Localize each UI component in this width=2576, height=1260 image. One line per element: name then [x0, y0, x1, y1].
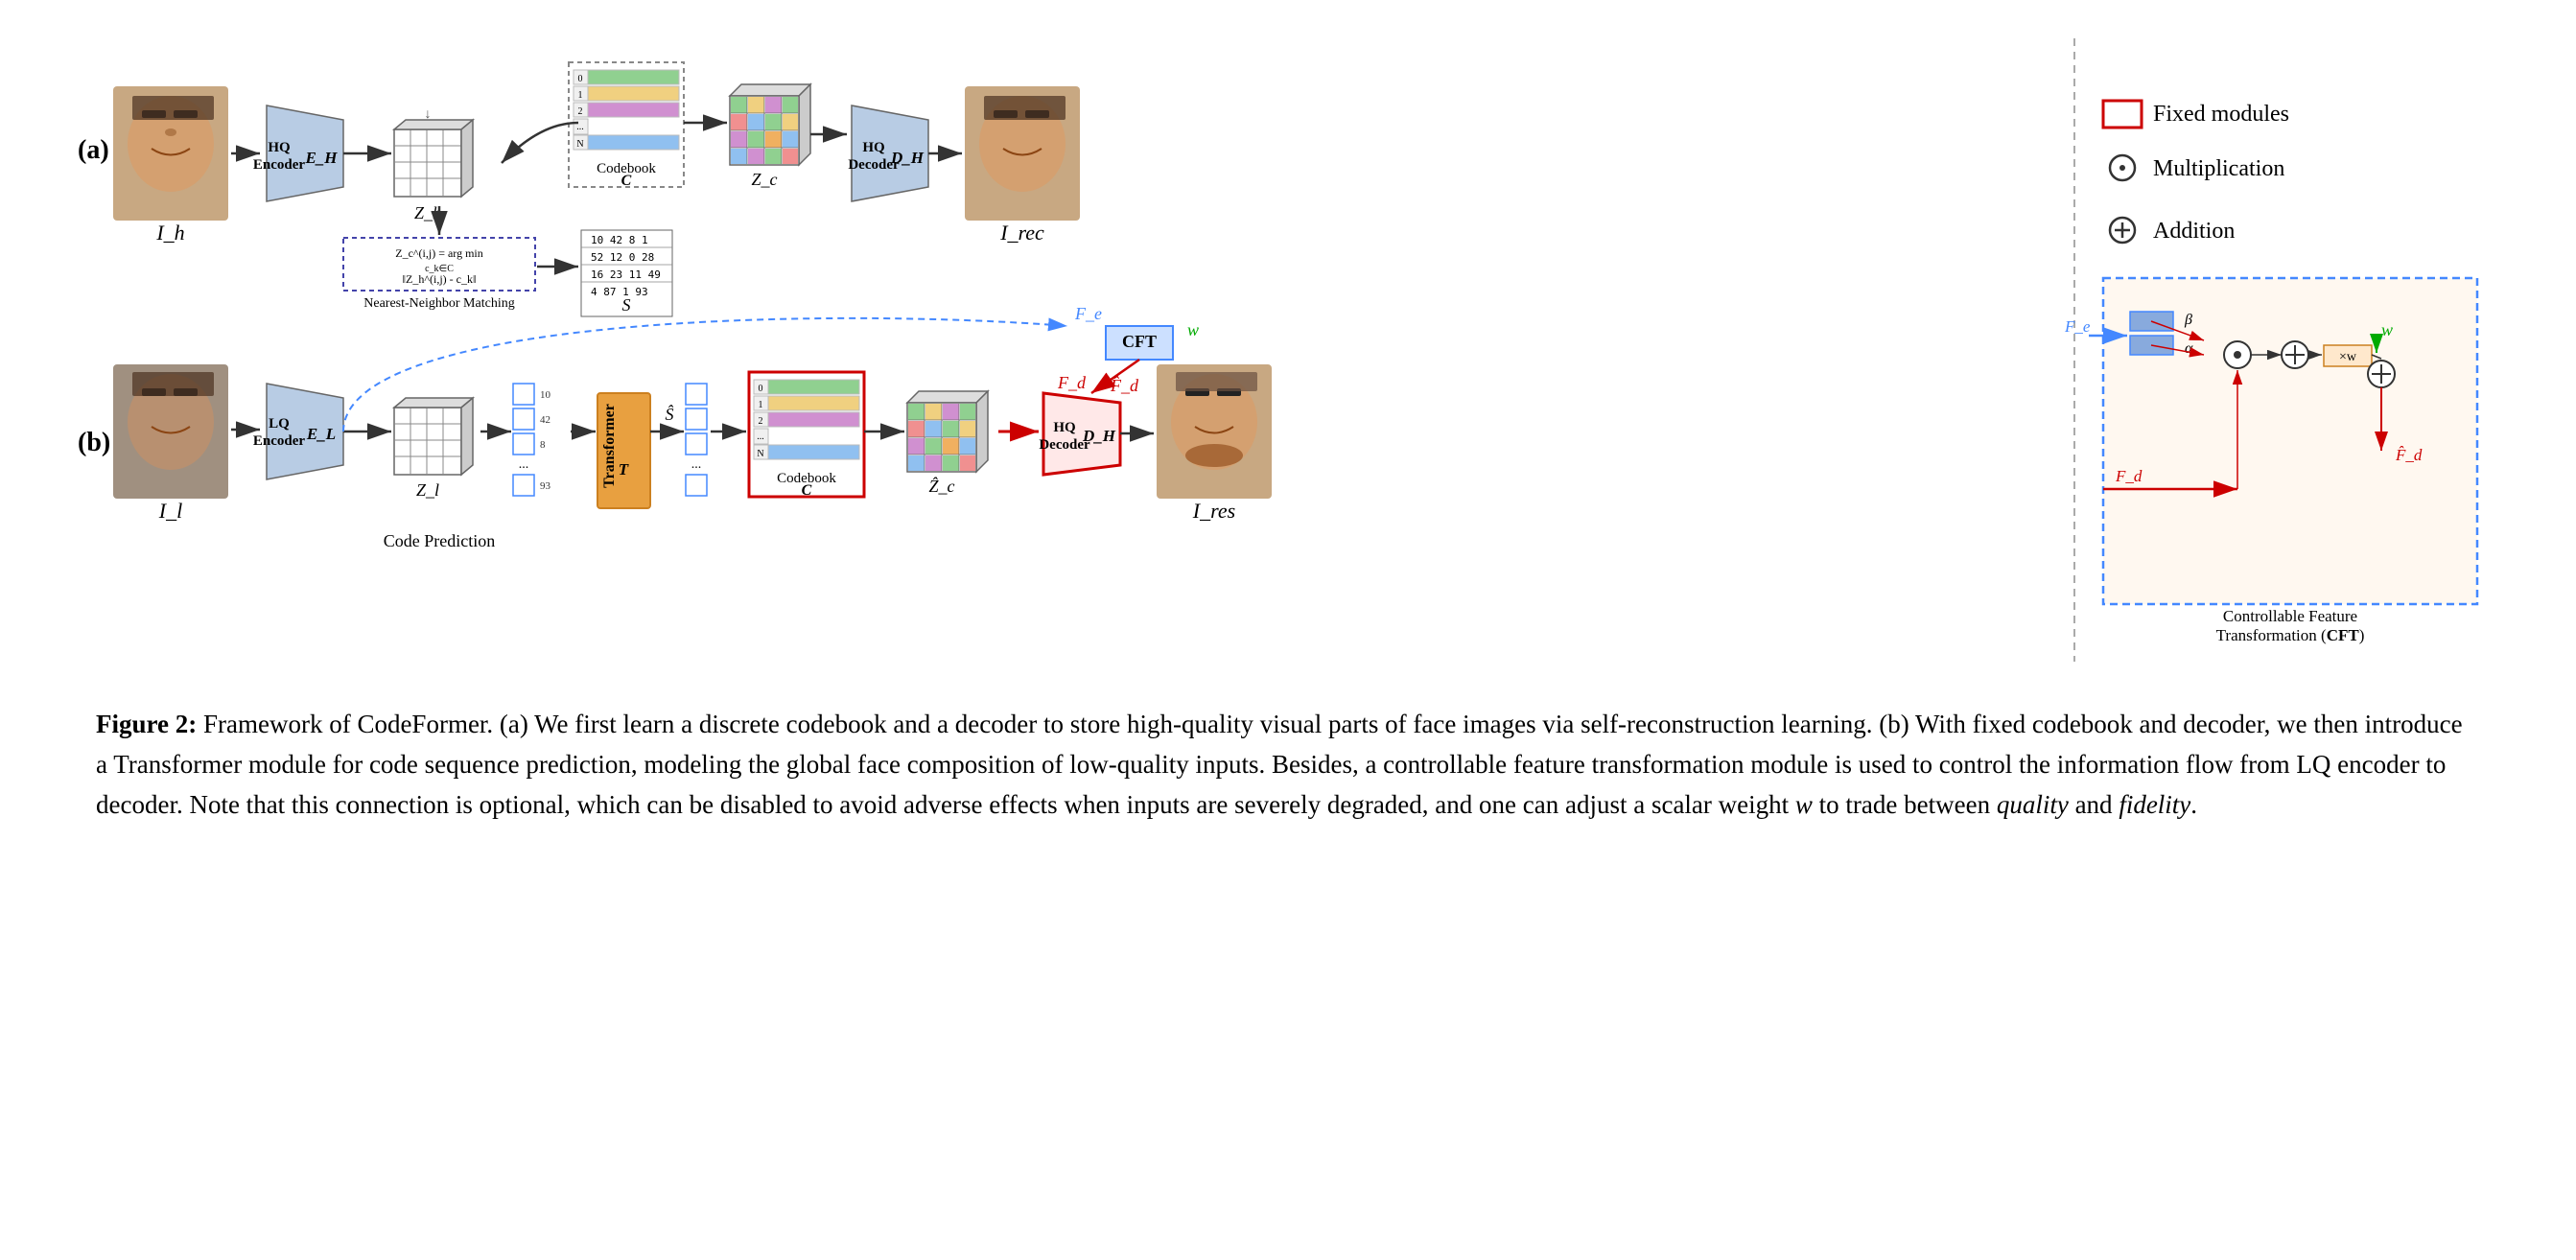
code-pred-label: Code Prediction — [384, 531, 495, 550]
hq-decoder-var: D_H — [890, 149, 925, 167]
row-b-label: (b) — [78, 428, 110, 457]
svg-text:F_d: F_d — [1057, 373, 1087, 392]
svg-text:Encoder: Encoder — [253, 157, 306, 173]
svg-text:F̂_d: F̂_d — [2395, 446, 2423, 464]
caption-area: Figure 2: Framework of CodeFormer. (a) W… — [58, 705, 2518, 826]
row-a-label: (a) — [78, 135, 109, 165]
zc-label: Z_c — [752, 170, 778, 189]
caption-text-2: to trade between — [1813, 790, 1997, 819]
svg-text:‖Z_h^(i,j) - c_k‖: ‖Z_h^(i,j) - c_k‖ — [403, 272, 477, 286]
svg-text:β: β — [2184, 312, 2192, 328]
svg-text:2: 2 — [578, 106, 583, 117]
ih-label: I_h — [155, 221, 184, 245]
svg-text:α: α — [2185, 340, 2193, 357]
caption-w-italic: w — [1795, 790, 1813, 819]
svg-text:42: 42 — [540, 414, 550, 426]
zc-hat-label: Ẑ_c — [929, 476, 955, 496]
svg-text:C: C — [802, 482, 812, 499]
svg-text:52 12 0 28: 52 12 0 28 — [591, 251, 654, 264]
svg-text:Encoder: Encoder — [253, 433, 306, 449]
svg-text:w: w — [2381, 320, 2393, 339]
figure-svg: (a) I_h HQ Encoder E_H — [60, 29, 2516, 681]
svg-text:10: 10 — [540, 389, 551, 401]
svg-text:×w: ×w — [2339, 350, 2357, 364]
nn-label: Nearest-Neighbor Matching — [363, 296, 514, 311]
cft-box: CFT — [1122, 332, 1157, 351]
il-label: I_l — [158, 499, 182, 523]
zl-label: Z_l — [416, 480, 439, 500]
svg-text:HQ: HQ — [1053, 420, 1076, 435]
svg-text:10 42 8 1: 10 42 8 1 — [591, 234, 648, 246]
svg-text:LQ: LQ — [269, 416, 290, 432]
caption-text: Figure 2: Framework of CodeFormer. (a) W… — [96, 705, 2480, 826]
svg-text:Z_c^(i,j) = arg min: Z_c^(i,j) = arg min — [395, 246, 483, 260]
svg-text:2: 2 — [759, 416, 763, 427]
hq-encoder-var: E_H — [304, 149, 338, 167]
svg-text:93: 93 — [540, 480, 551, 492]
svg-text:↓: ↓ — [425, 107, 432, 122]
svg-text:HQ: HQ — [862, 140, 885, 155]
svg-text:Transformation (CFT): Transformation (CFT) — [2216, 626, 2365, 644]
svg-text:Transformer: Transformer — [601, 404, 618, 488]
fixed-modules-label: Fixed modules — [2153, 102, 2289, 127]
caption-quality-italic: quality — [1997, 790, 2069, 819]
svg-text:...: ... — [757, 432, 764, 442]
caption-fidelity-italic: fidelity — [2119, 790, 2190, 819]
main-container: (a) I_h HQ Encoder E_H — [0, 0, 2576, 1260]
multiplication-label: Multiplication — [2153, 156, 2284, 181]
addition-label: Addition — [2153, 219, 2235, 244]
lq-encoder-var: E_L — [306, 425, 336, 443]
s-label: S — [622, 295, 631, 315]
caption-text-4: . — [2190, 790, 2197, 819]
svg-text:1: 1 — [578, 90, 583, 101]
cft-diagram-title: Controllable Feature — [2223, 607, 2357, 625]
caption-text-3: and — [2069, 790, 2119, 819]
irec-label: I_rec — [999, 221, 1044, 245]
hq-encoder-label: HQ — [268, 140, 291, 155]
svg-text:F_e: F_e — [1074, 304, 1102, 323]
svg-text:Ŝ: Ŝ — [666, 404, 674, 424]
zh-label: Z_h — [414, 203, 441, 222]
ires-label: I_res — [1192, 499, 1235, 523]
caption-figure-num: Figure 2: — [96, 710, 197, 738]
figure-area: (a) I_h HQ Encoder E_H — [60, 29, 2516, 681]
svg-text:w: w — [1187, 320, 1199, 339]
svg-text:1: 1 — [759, 400, 763, 410]
svg-text:0: 0 — [578, 74, 583, 84]
svg-text:8: 8 — [540, 439, 546, 451]
svg-text:...: ... — [519, 457, 529, 472]
svg-text:N: N — [576, 139, 583, 150]
svg-text:0: 0 — [759, 384, 763, 394]
svg-text:F̂_d: F̂_d — [1110, 376, 1139, 395]
svg-text:4 87 1 93: 4 87 1 93 — [591, 286, 648, 298]
svg-text:F_e: F_e — [2064, 317, 2091, 336]
dh-b-var: D_H — [1082, 427, 1116, 445]
svg-text:F_d: F_d — [2115, 467, 2143, 485]
svg-text:...: ... — [691, 457, 702, 472]
transformer-t: T — [619, 460, 629, 478]
svg-text:16 23 11 49: 16 23 11 49 — [591, 268, 661, 281]
svg-text:N: N — [757, 449, 763, 459]
svg-text:C: C — [621, 173, 632, 189]
